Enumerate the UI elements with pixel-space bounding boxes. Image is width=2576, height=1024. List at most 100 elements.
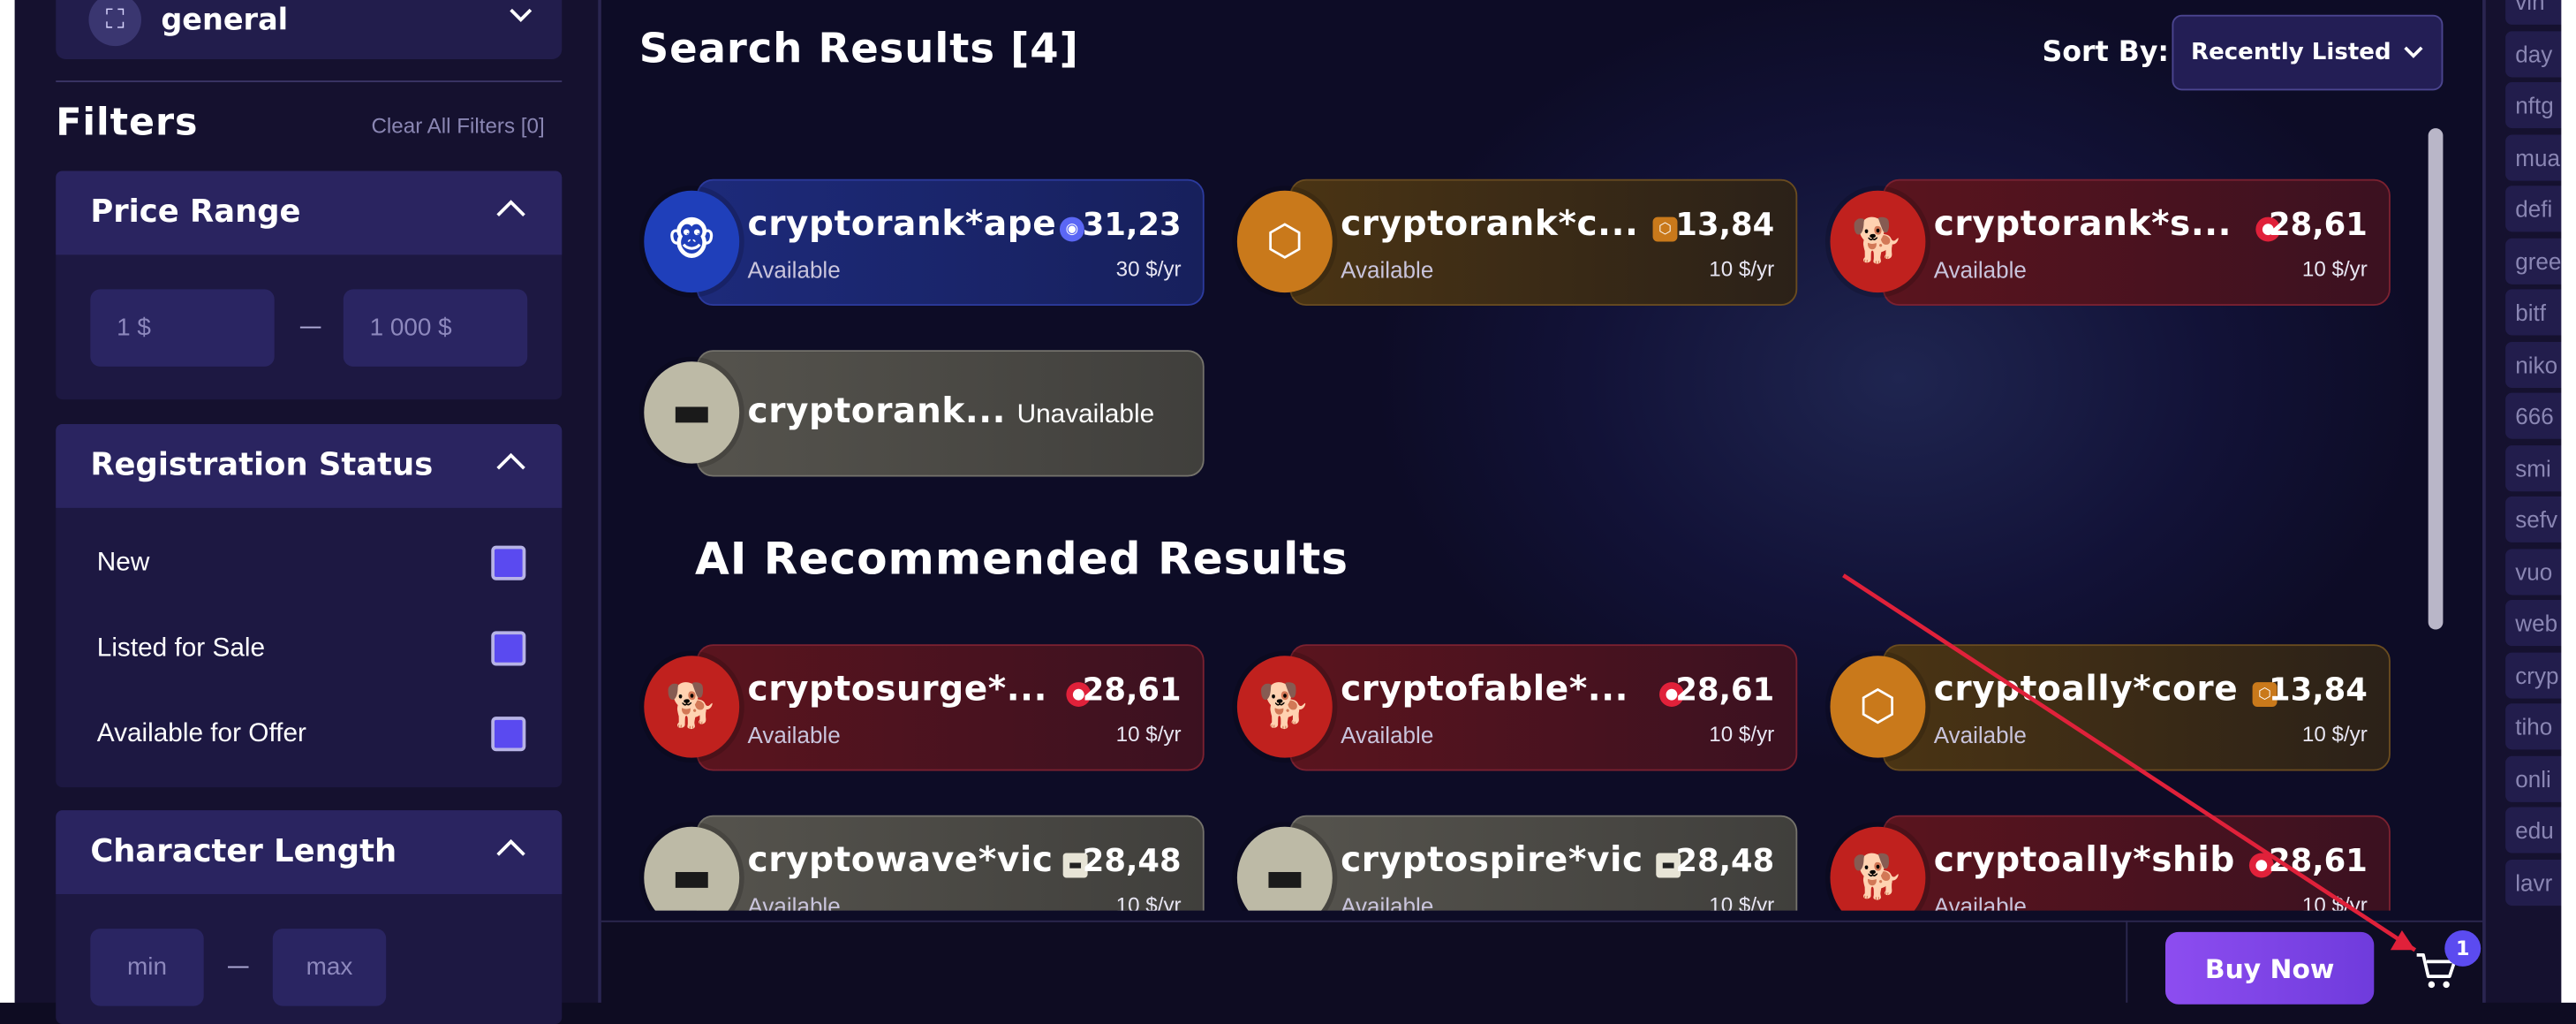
cube-network-icon: ⛶ [88, 0, 141, 47]
domain-name: cryptofable*... [1341, 669, 1629, 709]
results-list: 🐵 cryptorank*ape Available ◉ 31,23 30 $/… [601, 164, 2425, 911]
price-range-header[interactable]: Price Range [56, 171, 563, 255]
ape-token-icon: ◉ [1059, 216, 1084, 242]
domain-period: 10 $/yr [1115, 892, 1182, 911]
domain-period: 10 $/yr [2301, 892, 2368, 911]
domain-name: cryptorank*ape [747, 203, 1057, 244]
domain-card[interactable]: 🐕 cryptoally*shib Available ● 28,61 10 $… [1830, 815, 2391, 911]
price-min-input[interactable]: 1 $ [90, 289, 275, 367]
shiba-coin-icon: 🐕 [644, 656, 740, 758]
sort-label: Sort By: [2042, 35, 2170, 70]
collection-label: general [161, 2, 289, 37]
domain-card[interactable]: 🐕 cryptofable*... Available ● 28,61 10 $… [1236, 644, 1798, 771]
status-checkbox[interactable] [491, 631, 526, 666]
domain-price: 28,48 [1082, 843, 1182, 880]
domain-name: cryptorank*c... [1341, 203, 1639, 244]
domain-card[interactable]: ▬ cryptowave*vic Available ▬ 28,48 10 $/… [644, 815, 1205, 911]
flag-coin-icon: ▬ [1236, 826, 1333, 911]
chevron-up-icon [496, 194, 525, 225]
length-separator: — [226, 953, 250, 980]
domain-price: 28,48 [1675, 843, 1775, 880]
domain-price: 28,61 [1675, 671, 1775, 709]
domain-status: Available [747, 721, 841, 748]
price-max-input[interactable]: 1 000 $ [343, 289, 528, 367]
domain-status: Available [1341, 256, 1434, 283]
domain-price: 28,61 [2269, 843, 2368, 880]
domain-name: cryptowave*vic [747, 839, 1054, 880]
chevron-up-icon [496, 447, 525, 478]
domain-name: cryptospire*vic [1341, 839, 1643, 880]
checkout-divider [2126, 920, 2128, 1003]
status-checkbox[interactable] [491, 717, 526, 752]
status-option-new[interactable]: New [96, 545, 526, 586]
price-range-panel: Price Range 1 $ — 1 000 $ [56, 171, 563, 400]
shiba-coin-icon: 🐕 [1236, 656, 1333, 758]
domain-name: cryptoally*shib [1933, 839, 2235, 880]
domain-period: 10 $/yr [1709, 721, 1775, 747]
status-option-listed[interactable]: Listed for Sale [97, 631, 526, 671]
domain-period: 10 $/yr [2301, 721, 2368, 747]
status-option-offer[interactable]: Available for Offer [97, 717, 526, 756]
shiba-coin-icon: 🐕 [1830, 190, 1926, 293]
cart-count-badge: 1 [2444, 929, 2482, 967]
domain-price: 28,61 [2269, 207, 2368, 244]
chevron-up-icon [496, 833, 525, 864]
hexagon-token-icon: ⬡ [1652, 216, 1678, 242]
domain-status: Unavailable [1016, 400, 1155, 429]
domain-price: 28,61 [1082, 671, 1182, 709]
domain-status: Available [1341, 721, 1434, 748]
domain-card[interactable]: 🐕 cryptosurge*... Available ● 28,61 10 $… [644, 644, 1205, 771]
domain-period: 10 $/yr [1709, 892, 1775, 911]
domain-status: Available [1933, 892, 2027, 911]
price-range-title: Price Range [90, 193, 301, 231]
domain-status: Available [747, 256, 841, 283]
flag-coin-icon: ▬ [644, 826, 740, 911]
domain-card[interactable]: ⬡ cryptoally*core Available ⬡ 13,84 10 $… [1830, 644, 2391, 771]
shiba-coin-icon: 🐕 [1830, 826, 1926, 911]
domain-card[interactable]: ▬ cryptospire*vic Available ▬ 28,48 10 $… [1236, 815, 1798, 911]
app-stage: ⛶ general Filters Clear All Filters [0] … [0, 0, 2576, 1024]
domain-period: 10 $/yr [2301, 256, 2368, 282]
results-scrollbar[interactable] [2428, 128, 2444, 630]
domain-status: Available [1933, 256, 2027, 283]
sort-value: Recently Listed [2191, 39, 2391, 66]
status-option-label: Listed for Sale [96, 634, 266, 663]
domain-status: Available [747, 892, 841, 911]
ai-results-title: AI Recommended Results [694, 534, 1349, 586]
character-length-header[interactable]: Character Length [56, 810, 563, 895]
collection-select[interactable]: ⛶ general [56, 0, 563, 59]
domain-status: Available [1933, 721, 2027, 748]
domain-price: 13,84 [2269, 671, 2368, 709]
hexagon-coin-icon: ⬡ [1830, 656, 1926, 758]
domain-period: 10 $/yr [1709, 256, 1775, 282]
filters-title: Filters [56, 102, 199, 145]
status-checkbox[interactable] [491, 545, 526, 580]
clear-all-filters-link[interactable]: Clear All Filters [0] [371, 113, 544, 138]
right-edge [2561, 0, 2576, 1003]
domain-name: cryptoally*core [1933, 669, 2239, 709]
domain-price: 31,23 [1082, 207, 1182, 244]
character-length-panel: Character Length min — max [56, 810, 563, 1024]
ape-coin-icon: 🐵 [644, 190, 740, 293]
domain-card[interactable]: ⬡ cryptorank*c... Available ⬡ 13,84 10 $… [1236, 178, 1798, 307]
flag-coin-icon: ▬ [644, 361, 740, 464]
domain-card[interactable]: 🐵 cryptorank*ape Available ◉ 31,23 30 $/… [644, 178, 1205, 307]
domain-price: 13,84 [1675, 207, 1775, 244]
status-option-label: New [96, 549, 150, 578]
length-min-input[interactable]: min [90, 929, 204, 1006]
left-edge [0, 0, 15, 1003]
sort-dropdown[interactable]: Recently Listed [2172, 14, 2444, 91]
registration-status-title: Registration Status [90, 447, 434, 483]
chevron-down-icon [2404, 42, 2424, 63]
domain-status: Available [1341, 892, 1434, 911]
registration-status-panel: Registration Status New Listed for Sale … [56, 423, 563, 788]
hexagon-coin-icon: ⬡ [1236, 190, 1333, 293]
domain-card[interactable]: ▬ cryptorank... Unavailable [644, 350, 1205, 477]
domain-name: cryptorank... [747, 391, 1007, 431]
buy-now-button[interactable]: Buy Now [2165, 931, 2375, 1005]
registration-status-header[interactable]: Registration Status [56, 423, 563, 508]
length-max-input[interactable]: max [272, 929, 387, 1006]
domain-period: 10 $/yr [1115, 721, 1182, 747]
price-range-separator: — [298, 314, 322, 341]
domain-card[interactable]: 🐕 cryptorank*s... Available ● 28,61 10 $… [1830, 178, 2391, 307]
